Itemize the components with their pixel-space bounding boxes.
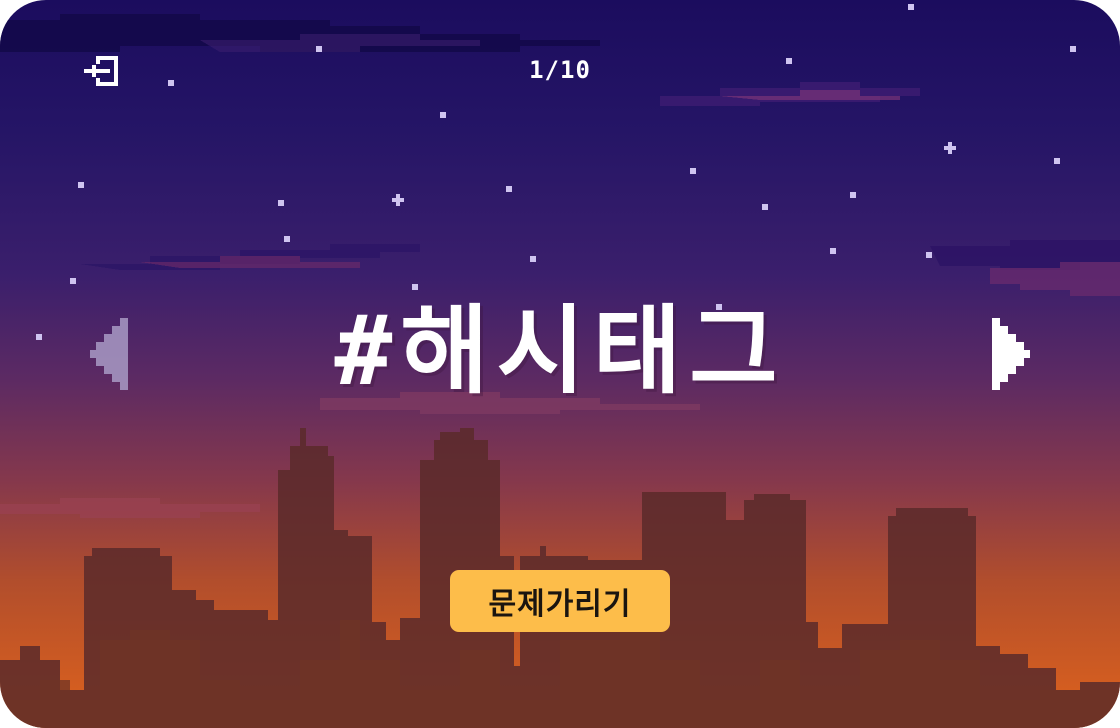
hide-question-button[interactable]: 문제가리기 xyxy=(450,570,670,632)
prev-arrow-icon xyxy=(90,318,128,390)
exit-icon xyxy=(84,56,118,86)
question-progress: 1/10 xyxy=(529,56,591,84)
exit-button[interactable] xyxy=(82,54,122,90)
next-arrow-icon xyxy=(992,318,1030,390)
game-screen: 1/10 #해시태그 문제가리기 xyxy=(0,0,1120,728)
stars xyxy=(36,4,1076,340)
previous-button[interactable] xyxy=(82,314,132,394)
question-word: #해시태그 xyxy=(334,295,786,407)
clouds xyxy=(0,14,1120,518)
next-button[interactable] xyxy=(986,314,1036,394)
